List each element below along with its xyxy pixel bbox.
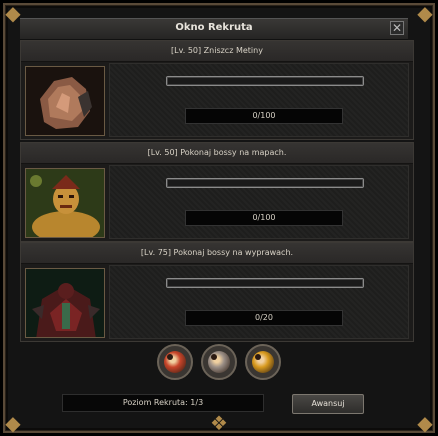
title-bar[interactable]: Okno Rekruta ✕ [20, 18, 408, 40]
boss-warrior-icon [25, 168, 105, 238]
corner-ornament-icon: ◆ [5, 411, 21, 435]
quest-panel: [Lv. 75] Pokonaj bossy na wyprawach. 0/2… [20, 242, 414, 342]
quest-progress-pane: 0/20 [109, 265, 409, 339]
progress-counter: 0/100 [185, 108, 343, 124]
progress-counter: 0/100 [185, 210, 343, 226]
corner-ornament-icon: ◆ [417, 411, 433, 435]
recruit-level-label: Poziom Rekruta: 1/3 [62, 394, 264, 412]
bronze-medal-icon[interactable] [157, 344, 193, 380]
advance-button[interactable]: Awansuj [292, 394, 364, 414]
metin-stone-icon [25, 66, 105, 136]
quest-progress-pane: 0/100 [109, 165, 409, 239]
bottom-ornament-icon: ❖ [210, 411, 228, 435]
quest-panel: [Lv. 50] Pokonaj bossy na mapach. 0/100 [20, 142, 414, 242]
progress-bar [166, 178, 364, 188]
quest-progress-pane: 0/100 [109, 63, 409, 137]
quest-header: [Lv. 75] Pokonaj bossy na wyprawach. [21, 243, 413, 264]
quest-panel: [Lv. 50] Zniszcz Metiny 0/100 [20, 40, 414, 140]
progress-counter: 0/20 [185, 310, 343, 326]
progress-bar [166, 278, 364, 288]
quest-header: [Lv. 50] Zniszcz Metiny [21, 41, 413, 62]
quest-header: [Lv. 50] Pokonaj bossy na mapach. [21, 143, 413, 164]
dungeon-boss-icon [25, 268, 105, 338]
corner-ornament-icon: ◆ [417, 1, 433, 25]
silver-medal-icon[interactable] [201, 344, 237, 380]
gold-medal-icon[interactable] [245, 344, 281, 380]
close-button[interactable]: ✕ [390, 21, 404, 35]
window-title: Okno Rekruta [175, 22, 253, 33]
progress-bar [166, 76, 364, 86]
